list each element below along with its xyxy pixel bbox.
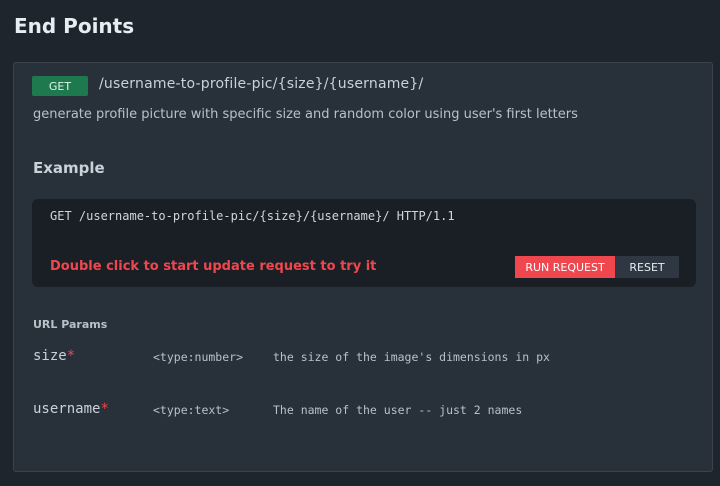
page-title: End Points [14, 14, 135, 38]
param-name-text: username [33, 401, 101, 417]
request-editor[interactable]: GET /username-to-profile-pic/{size}/{use… [32, 199, 696, 287]
param-row: username* <type:text> The name of the us… [33, 401, 693, 421]
endpoint-card: GET /username-to-profile-pic/{size}/{use… [13, 62, 713, 472]
request-line[interactable]: GET /username-to-profile-pic/{size}/{use… [50, 209, 455, 223]
try-hint: Double click to start update request to … [50, 259, 377, 274]
param-row: size* <type:number> the size of the imag… [33, 348, 693, 368]
method-badge: GET [32, 76, 88, 96]
param-type: <type:text> [153, 403, 230, 417]
endpoint-description: generate profile picture with specific s… [33, 107, 578, 122]
param-description: The name of the user -- just 2 names [273, 403, 523, 417]
param-name-text: size [33, 348, 67, 364]
example-title: Example [33, 159, 105, 177]
required-marker: * [66, 348, 76, 364]
run-request-button[interactable]: RUN REQUEST [515, 256, 615, 278]
param-type: <type:number> [153, 350, 244, 364]
required-marker: * [100, 401, 109, 417]
param-name: size* [33, 348, 75, 364]
param-name: username* [33, 401, 109, 417]
param-description: the size of the image's dimensions in px [273, 350, 550, 364]
endpoint-path: /username-to-profile-pic/{size}/{usernam… [99, 76, 424, 92]
reset-button[interactable]: RESET [615, 256, 679, 278]
url-params-title: URL Params [33, 318, 108, 331]
